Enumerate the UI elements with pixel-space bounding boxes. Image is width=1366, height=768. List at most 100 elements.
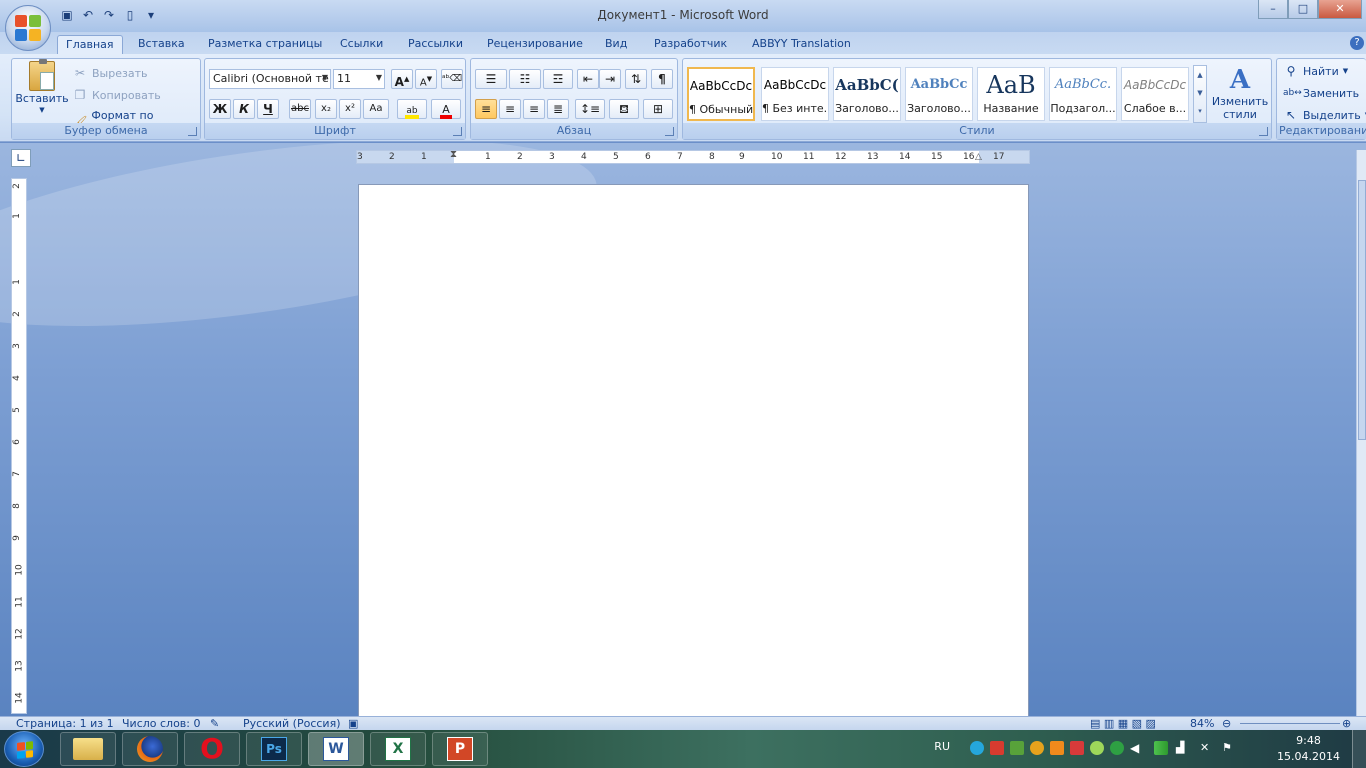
zoom-in-icon[interactable]: ⊕ bbox=[1342, 717, 1351, 731]
view-buttons[interactable]: ▤ ▥ ▦ ▧ ▨ bbox=[1090, 717, 1156, 731]
style-heading-2[interactable]: AaBbCc Заголово... bbox=[905, 67, 973, 121]
start-button[interactable] bbox=[4, 731, 44, 767]
language-indicator[interactable]: RU bbox=[934, 740, 950, 753]
font-color-button[interactable]: A bbox=[431, 99, 461, 119]
bullets-button[interactable]: ☰ bbox=[475, 69, 507, 89]
superscript-button[interactable]: x² bbox=[339, 99, 361, 119]
status-words[interactable]: Число слов: 0 bbox=[122, 717, 201, 731]
tab-abbyy[interactable]: ABBYY Translation bbox=[744, 35, 859, 54]
grow-font-button[interactable]: A▲ bbox=[391, 69, 413, 89]
taskbar-firefox[interactable] bbox=[122, 732, 178, 766]
align-center-button[interactable]: ≡ bbox=[499, 99, 521, 119]
justify-button[interactable]: ≣ bbox=[547, 99, 569, 119]
borders-button[interactable]: ⊞ bbox=[643, 99, 673, 119]
shading-button[interactable]: ⛾ bbox=[609, 99, 639, 119]
increase-indent-button[interactable]: ⇥ bbox=[599, 69, 621, 89]
status-page[interactable]: Страница: 1 из 1 bbox=[16, 717, 114, 731]
tray-app-icon[interactable] bbox=[1090, 741, 1104, 755]
taskbar-explorer[interactable] bbox=[60, 732, 116, 766]
flag-icon[interactable]: ⚑ bbox=[1222, 741, 1236, 755]
strikethrough-button[interactable]: abc bbox=[289, 99, 311, 119]
tab-stop-selector[interactable]: ∟ bbox=[11, 149, 31, 167]
clipboard-launcher-icon[interactable] bbox=[188, 127, 197, 136]
find-button[interactable]: ⚲ Найти ▼ bbox=[1283, 63, 1349, 79]
shrink-font-button[interactable]: A▼ bbox=[415, 69, 437, 89]
macro-record-icon[interactable]: ▣ bbox=[348, 717, 358, 731]
copy-button[interactable]: ❐ Копировать bbox=[72, 87, 161, 103]
help-icon[interactable]: ? bbox=[1350, 36, 1364, 50]
tab-home[interactable]: Главная bbox=[57, 35, 123, 54]
network-icon[interactable]: ▟ bbox=[1176, 741, 1190, 755]
cut-button[interactable]: ✂ Вырезать bbox=[72, 65, 148, 81]
signal-icon[interactable] bbox=[1154, 741, 1168, 755]
clock[interactable]: 9:48 15.04.2014 bbox=[1277, 733, 1340, 765]
tab-insert[interactable]: Вставка bbox=[130, 35, 193, 54]
style-subtle-emphasis[interactable]: AaBbCcDc Слабое в... bbox=[1121, 67, 1189, 121]
shield-icon[interactable] bbox=[1010, 741, 1024, 755]
clear-formatting-button[interactable]: ᵃᵇ⌫ bbox=[441, 69, 463, 89]
tab-references[interactable]: Ссылки bbox=[332, 35, 391, 54]
show-marks-button[interactable]: ¶ bbox=[651, 69, 673, 89]
decrease-indent-button[interactable]: ⇤ bbox=[577, 69, 599, 89]
maximize-button[interactable]: □ bbox=[1288, 0, 1318, 19]
style-subtitle[interactable]: AaBbCc. Подзагол... bbox=[1049, 67, 1117, 121]
document-page[interactable] bbox=[358, 184, 1029, 724]
vertical-ruler[interactable]: 2 1 1 2 3 4 5 6 7 8 9 10 11 12 13 14 bbox=[11, 178, 27, 714]
italic-button[interactable]: К bbox=[233, 99, 255, 119]
skype-icon[interactable] bbox=[970, 741, 984, 755]
numbering-button[interactable]: ☷ bbox=[509, 69, 541, 89]
align-right-button[interactable]: ≡ bbox=[523, 99, 545, 119]
volume-icon[interactable]: ◀ bbox=[1130, 741, 1144, 755]
close-button[interactable]: ✕ bbox=[1318, 0, 1362, 19]
sort-button[interactable]: ⇅ bbox=[625, 69, 647, 89]
network-error-icon[interactable]: ✕ bbox=[1200, 741, 1214, 755]
font-name-combo[interactable]: Calibri (Основной те ▼ bbox=[209, 69, 331, 89]
multilevel-list-button[interactable]: ☲ bbox=[543, 69, 573, 89]
styles-gallery-scroll[interactable]: ▲ ▼ ▾ bbox=[1193, 65, 1207, 123]
font-launcher-icon[interactable] bbox=[453, 127, 462, 136]
right-indent-marker-icon[interactable]: △ bbox=[975, 152, 982, 162]
zoom-slider[interactable] bbox=[1240, 723, 1340, 724]
tray-app-icon[interactable] bbox=[1070, 741, 1084, 755]
underline-button[interactable]: Ч bbox=[257, 99, 279, 119]
select-button[interactable]: ↖ Выделить ▼ bbox=[1283, 107, 1366, 123]
subscript-button[interactable]: x₂ bbox=[315, 99, 337, 119]
tab-developer[interactable]: Разработчик bbox=[646, 35, 735, 54]
paste-button[interactable]: Вставить ▼ bbox=[15, 59, 69, 114]
bold-button[interactable]: Ж bbox=[209, 99, 231, 119]
taskbar-powerpoint[interactable]: P bbox=[432, 732, 488, 766]
styles-launcher-icon[interactable] bbox=[1259, 127, 1268, 136]
horizontal-ruler[interactable]: 3 2 1 1 2 3 4 5 6 7 8 9 10 11 12 13 14 1… bbox=[356, 149, 1030, 164]
show-desktop-button[interactable] bbox=[1352, 730, 1366, 768]
tab-page-layout[interactable]: Разметка страницы bbox=[200, 35, 330, 54]
font-size-combo[interactable]: 11 ▼ bbox=[333, 69, 385, 89]
highlight-button[interactable]: ab bbox=[397, 99, 427, 119]
tray-app-icon[interactable] bbox=[1110, 741, 1124, 755]
taskbar-opera[interactable]: O bbox=[184, 732, 240, 766]
taskbar-word[interactable]: W bbox=[308, 732, 364, 766]
status-zoom[interactable]: 84% bbox=[1190, 717, 1214, 731]
scrollbar-thumb[interactable] bbox=[1358, 180, 1366, 440]
office-button[interactable] bbox=[5, 5, 51, 51]
zoom-out-icon[interactable]: ⊖ bbox=[1222, 717, 1231, 731]
style-no-spacing[interactable]: AaBbCcDc ¶ Без инте... bbox=[761, 67, 829, 121]
taskbar-excel[interactable]: X bbox=[370, 732, 426, 766]
minimize-button[interactable]: – bbox=[1258, 0, 1288, 19]
taskbar-photoshop[interactable]: Ps bbox=[246, 732, 302, 766]
antivirus-icon[interactable] bbox=[990, 741, 1004, 755]
line-spacing-button[interactable]: ↕≡ bbox=[575, 99, 605, 119]
change-styles-button[interactable]: A Изменить стили bbox=[1211, 65, 1269, 121]
style-title[interactable]: AaB Название bbox=[977, 67, 1045, 121]
tab-view[interactable]: Вид bbox=[597, 35, 635, 54]
proofing-icon[interactable]: ✎ bbox=[210, 717, 219, 731]
tray-app-icon[interactable] bbox=[1030, 741, 1044, 755]
style-heading-1[interactable]: AaBbC( Заголово... bbox=[833, 67, 901, 121]
paragraph-launcher-icon[interactable] bbox=[665, 127, 674, 136]
vertical-scrollbar[interactable] bbox=[1356, 150, 1366, 716]
tab-mailings[interactable]: Рассылки bbox=[400, 35, 471, 54]
change-case-button[interactable]: Aa bbox=[363, 99, 389, 119]
status-language[interactable]: Русский (Россия) bbox=[243, 717, 341, 731]
align-left-button[interactable]: ≡ bbox=[475, 99, 497, 119]
indent-marker-icon[interactable]: ⧗ bbox=[450, 149, 457, 160]
replace-button[interactable]: ab↔ Заменить bbox=[1283, 85, 1359, 101]
